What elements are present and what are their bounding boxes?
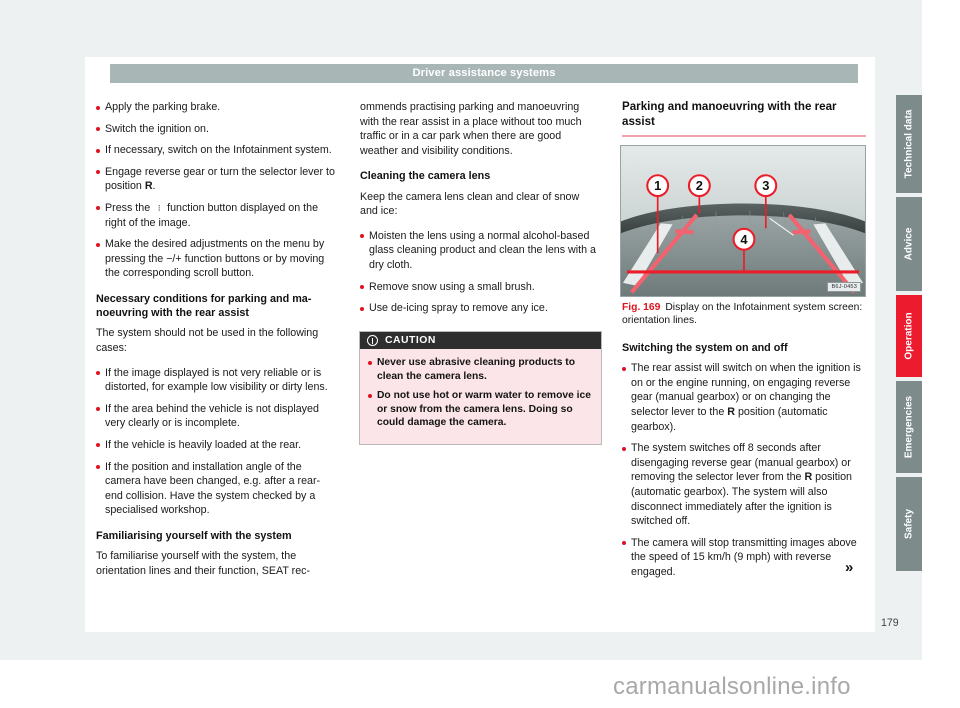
tab-operation[interactable]: Operation [896, 295, 922, 377]
section-tabs: Technical data Advice Operation Emergenc… [896, 95, 922, 575]
figure-caption: Fig. 169 Display on the Infotainment syst… [622, 301, 868, 328]
caution-title: CAUTION [385, 335, 436, 346]
svg-text:4: 4 [740, 232, 748, 247]
continued-paragraph: ommends practising parking and manoeuvri… [360, 101, 582, 157]
running-header: Driver assistance systems [110, 64, 858, 83]
section-title: Parking and manoeuvring with the rear as… [622, 100, 837, 129]
list-item: Do not use hot or warm water to remove i… [368, 389, 593, 430]
caution-box: CAUTION Never use abrasive cleaning prod… [359, 331, 602, 445]
tab-label: Technical data [903, 109, 915, 179]
list-item: If the area behind the vehicle is not di… [96, 402, 336, 431]
svg-text:3: 3 [762, 178, 769, 193]
column-left: Apply the parking brake. Switch the igni… [96, 100, 336, 578]
tab-label: Operation [903, 312, 915, 360]
list-item: The camera will stop transmitting images… [622, 536, 866, 580]
column-right: Switching the system on and off The rear… [622, 341, 866, 580]
tab-safety[interactable]: Safety [896, 477, 922, 571]
list-item: The system switches off 8 seconds after … [622, 441, 866, 529]
list-item: If the image displayed is not very relia… [96, 366, 336, 395]
tab-label: Emergencies [903, 395, 915, 459]
list-item: Engage reverse gear or turn the selector… [96, 165, 336, 194]
list-item: Apply the parking brake. [96, 100, 336, 115]
tab-technical-data[interactable]: Technical data [896, 95, 922, 193]
list-item: Never use abrasive cleaning products to … [368, 356, 593, 383]
switching-list: The rear assist will switch on when the … [622, 361, 866, 579]
conditions-intro: The system should not be used in the fol… [96, 327, 319, 354]
tab-label: Safety [903, 508, 915, 540]
list-item: Moisten the lens using a normal alcohol-… [360, 229, 600, 273]
conditions-list: If the image displayed is not very relia… [96, 366, 336, 518]
warning-icon [367, 335, 378, 346]
list-item: If the vehicle is heavily loaded at the … [96, 438, 336, 453]
familiarising-text: To familiarise yourself with the system,… [96, 550, 311, 577]
heading-familiarising: Familiarising yourself with the system [96, 529, 292, 542]
heading-necessary-conditions: Necessary conditions for parking and ma-… [96, 292, 312, 320]
caution-body: Never use abrasive cleaning products to … [360, 349, 601, 444]
tab-advice[interactable]: Advice [896, 197, 922, 291]
svg-text:2: 2 [696, 178, 703, 193]
tab-label: Advice [903, 227, 915, 261]
heading-cleaning-camera-lens: Cleaning the camera lens [360, 170, 491, 183]
tab-emergencies[interactable]: Emergencies [896, 381, 922, 473]
caution-header: CAUTION [360, 332, 601, 349]
list-item: Remove snow using a small brush. [360, 280, 600, 295]
heading-switching-on-off: Switching the system on and off [622, 342, 788, 354]
site-watermark: carmanualsonline.info [613, 673, 851, 700]
page-number: 179 [881, 617, 899, 629]
figure-rear-camera-view: 1 2 3 4 B6J-0453 [620, 145, 866, 297]
cleaning-step-list: Moisten the lens using a normal alcohol-… [360, 229, 600, 316]
figure-code: B6J-0453 [827, 282, 861, 292]
list-item: If the position and installation angle o… [96, 460, 336, 518]
continuation-marker: » [845, 559, 854, 576]
svg-text:1: 1 [654, 178, 661, 193]
procedure-step-list: Apply the parking brake. Switch the igni… [96, 100, 336, 281]
list-item: Switch the ignition on. [96, 122, 336, 137]
list-item: The rear assist will switch on when the … [622, 361, 866, 434]
list-item: Press the ⁝ function button displayed on… [96, 201, 336, 230]
cleaning-intro: Keep the camera lens clean and clear of … [360, 190, 580, 218]
manual-page-viewer: Driver assistance systems Apply the park… [0, 0, 960, 708]
caution-list: Never use abrasive cleaning products to … [368, 356, 593, 430]
list-item: If necessary, switch on the Infotainment… [96, 143, 336, 158]
camera-view-illustration: 1 2 3 4 [621, 146, 865, 296]
list-item: Make the desired adjustments on the menu… [96, 237, 336, 281]
figure-number: Fig. 169 [622, 302, 661, 313]
section-rule [622, 135, 866, 137]
list-item: Use de-icing spray to remove any ice. [360, 301, 600, 316]
function-button-icon: ⁝ [157, 202, 161, 213]
column-middle: ommends practising parking and manoeuvri… [360, 100, 600, 316]
